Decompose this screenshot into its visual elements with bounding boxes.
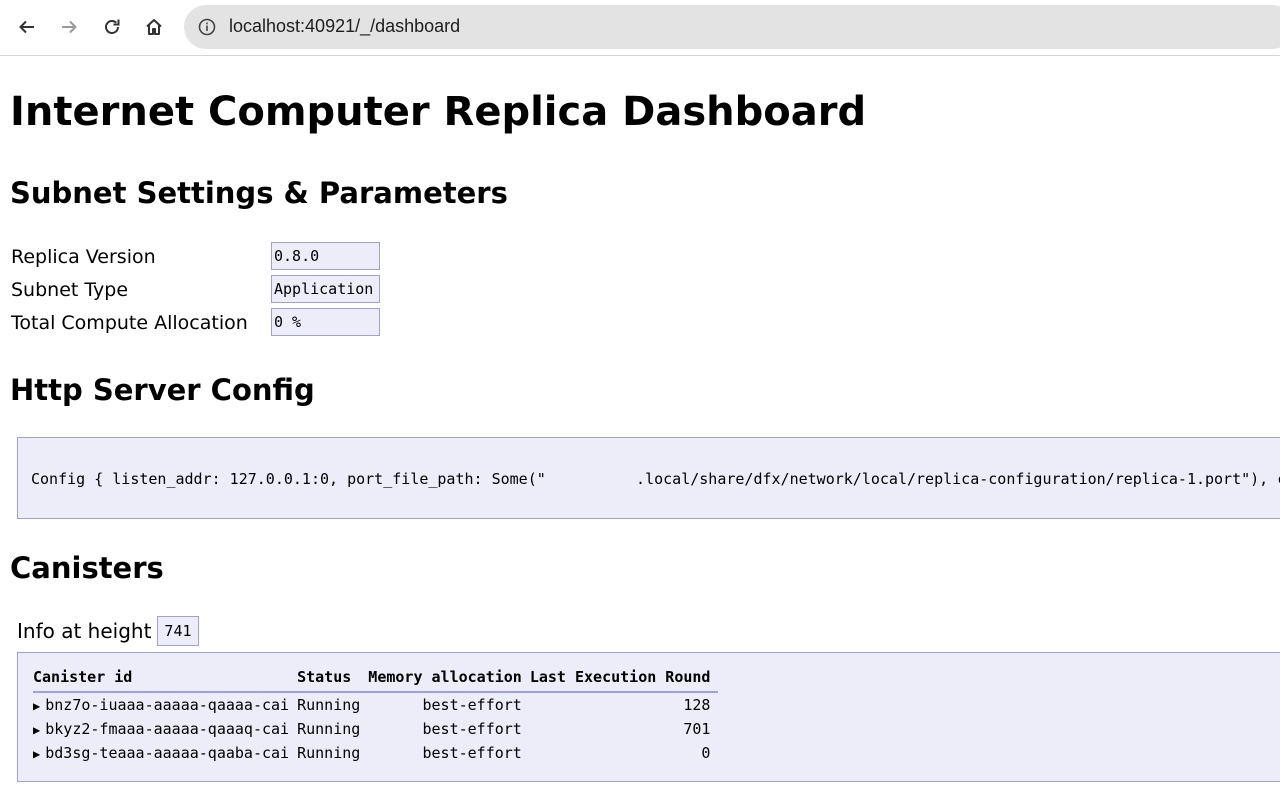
param-label: Subnet Type [11, 278, 129, 301]
param-value: 0.8.0 [271, 242, 380, 270]
memory-cell: best-effort [422, 744, 522, 762]
canister-id: bkyz2-fmaaa-aaaaa-qaaaq-cai [45, 720, 290, 738]
home-icon [146, 19, 162, 35]
round-cell: 128 [683, 696, 711, 714]
param-label: Replica Version [11, 245, 156, 268]
col-last-round: Last Execution Round [529, 667, 719, 693]
table-row[interactable]: ▶ bkyz2-fmaaa-aaaaa-qaaaq-cai Running bes… [33, 717, 718, 741]
col-canister-id: Canister id [33, 667, 298, 693]
status-cell: Running [297, 720, 361, 738]
status-cell: Running [297, 744, 361, 762]
param-row: Replica Version 0.8.0 [11, 240, 380, 273]
col-memory: Memory allocation [368, 667, 530, 693]
triangle-right-icon[interactable]: ▶ [33, 723, 40, 737]
address-url[interactable]: localhost:40921/_/dashboard [229, 16, 460, 37]
arrow-left-icon [19, 20, 34, 34]
canister-id-cell[interactable]: ▶ bd3sg-teaaa-aaaaa-qaaba-cai [33, 741, 297, 765]
arrow-right-icon [62, 20, 77, 34]
canister-table: Canister id Status Memory allocation Las… [33, 667, 719, 765]
param-value: 0 % [271, 308, 380, 336]
memory-cell: best-effort [422, 720, 522, 738]
round-cell: 0 [701, 744, 711, 762]
triangle-right-icon[interactable]: ▶ [33, 699, 40, 713]
round-cell: 701 [683, 720, 711, 738]
info-height-label: Info at height [17, 619, 152, 643]
memory-cell: best-effort [422, 696, 522, 714]
canister-id-cell[interactable]: ▶ bkyz2-fmaaa-aaaaa-qaaaq-cai [33, 717, 297, 741]
http-config-box: Config { listen_addr: 127.0.0.1:0, port_… [17, 437, 1280, 519]
back-button[interactable] [11, 11, 43, 43]
param-row: Total Compute Allocation 0 % [11, 306, 380, 339]
info-height: Info at height 741 [17, 616, 199, 646]
http-heading: Http Server Config [10, 373, 315, 407]
forward-button[interactable] [53, 11, 85, 43]
param-value: Application [271, 275, 380, 303]
param-label: Total Compute Allocation [11, 311, 248, 334]
triangle-right-icon[interactable]: ▶ [33, 747, 40, 761]
canisters-heading: Canisters [10, 551, 164, 585]
table-row[interactable]: ▶ bd3sg-teaaa-aaaaa-qaaba-cai Running bes… [33, 741, 718, 765]
canister-id: bnz7o-iuaaa-aaaaa-qaaaa-cai [45, 696, 290, 714]
subnet-params-table: Replica Version 0.8.0 Subnet Type Applic… [11, 240, 380, 339]
canister-id-cell[interactable]: ▶ bnz7o-iuaaa-aaaaa-qaaaa-cai [33, 692, 297, 717]
col-status: Status [297, 667, 369, 693]
page-content: Internet Computer Replica Dashboard Subn… [0, 56, 1280, 796]
info-icon[interactable] [198, 18, 216, 36]
param-row: Subnet Type Application [11, 273, 380, 306]
status-cell: Running [297, 696, 361, 714]
table-row[interactable]: ▶ bnz7o-iuaaa-aaaaa-qaaaa-cai Running bes… [33, 692, 718, 717]
subnet-heading: Subnet Settings & Parameters [10, 176, 508, 210]
reload-button[interactable] [96, 11, 128, 43]
canister-id: bd3sg-teaaa-aaaaa-qaaba-cai [45, 744, 290, 762]
home-button[interactable] [138, 11, 170, 43]
reload-icon [105, 19, 120, 34]
page-title: Internet Computer Replica Dashboard [10, 89, 867, 135]
browser-toolbar: localhost:40921/_/dashboard [0, 0, 1280, 56]
info-height-value: 741 [157, 616, 199, 646]
table-header-row: Canister id Status Memory allocation Las… [33, 667, 719, 693]
canister-table-box: Canister id Status Memory allocation Las… [17, 652, 1280, 782]
address-bar[interactable]: localhost:40921/_/dashboard [184, 5, 1280, 49]
http-config-text: Config { listen_addr: 127.0.0.1:0, port_… [31, 470, 1280, 488]
